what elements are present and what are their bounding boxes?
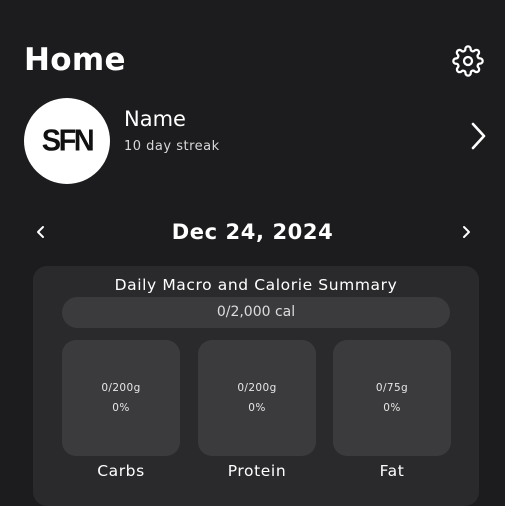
macro-protein: 0/200g 0% Protein	[198, 340, 316, 482]
calorie-progress-bar: 0/2,000 cal	[62, 297, 450, 328]
macro-tile: 0/200g 0%	[198, 340, 316, 456]
macro-percent: 0%	[112, 401, 130, 414]
macro-tile: 0/75g 0%	[333, 340, 451, 456]
macro-label: Carbs	[97, 462, 145, 480]
next-day-button[interactable]	[454, 220, 478, 244]
chevron-right-icon	[471, 122, 486, 150]
current-date: Dec 24, 2024	[171, 220, 334, 244]
streak-label: 10 day streak	[124, 139, 220, 154]
macro-percent: 0%	[383, 401, 401, 414]
macro-percent: 0%	[248, 401, 266, 414]
macro-tile: 0/200g 0%	[62, 340, 180, 456]
gear-icon	[452, 45, 484, 77]
avatar: SFN	[24, 98, 110, 184]
date-navigator: Dec 24, 2024	[0, 214, 505, 250]
macro-amount: 0/75g	[375, 381, 409, 394]
summary-title: Daily Macro and Calorie Summary	[114, 276, 398, 294]
macro-label: Fat	[379, 462, 405, 480]
macro-amount: 0/200g	[237, 381, 277, 394]
macro-carbs: 0/200g 0% Carbs	[62, 340, 180, 482]
macro-summary-card: Daily Macro and Calorie Summary 0/2,000 …	[33, 266, 479, 506]
macro-label: Protein	[227, 462, 287, 480]
page-title: Home	[24, 42, 126, 78]
profile-chevron-button[interactable]	[464, 119, 492, 153]
macro-fat: 0/75g 0% Fat	[333, 340, 451, 482]
settings-button[interactable]	[451, 44, 485, 78]
profile-name: Name	[124, 107, 186, 131]
avatar-logo: SFN	[41, 123, 95, 158]
profile-row[interactable]: SFN Name 10 day streak	[0, 96, 505, 186]
macro-amount: 0/200g	[101, 381, 141, 394]
chevron-right-icon	[463, 226, 470, 238]
calorie-text: 0/2,000 cal	[216, 304, 296, 320]
